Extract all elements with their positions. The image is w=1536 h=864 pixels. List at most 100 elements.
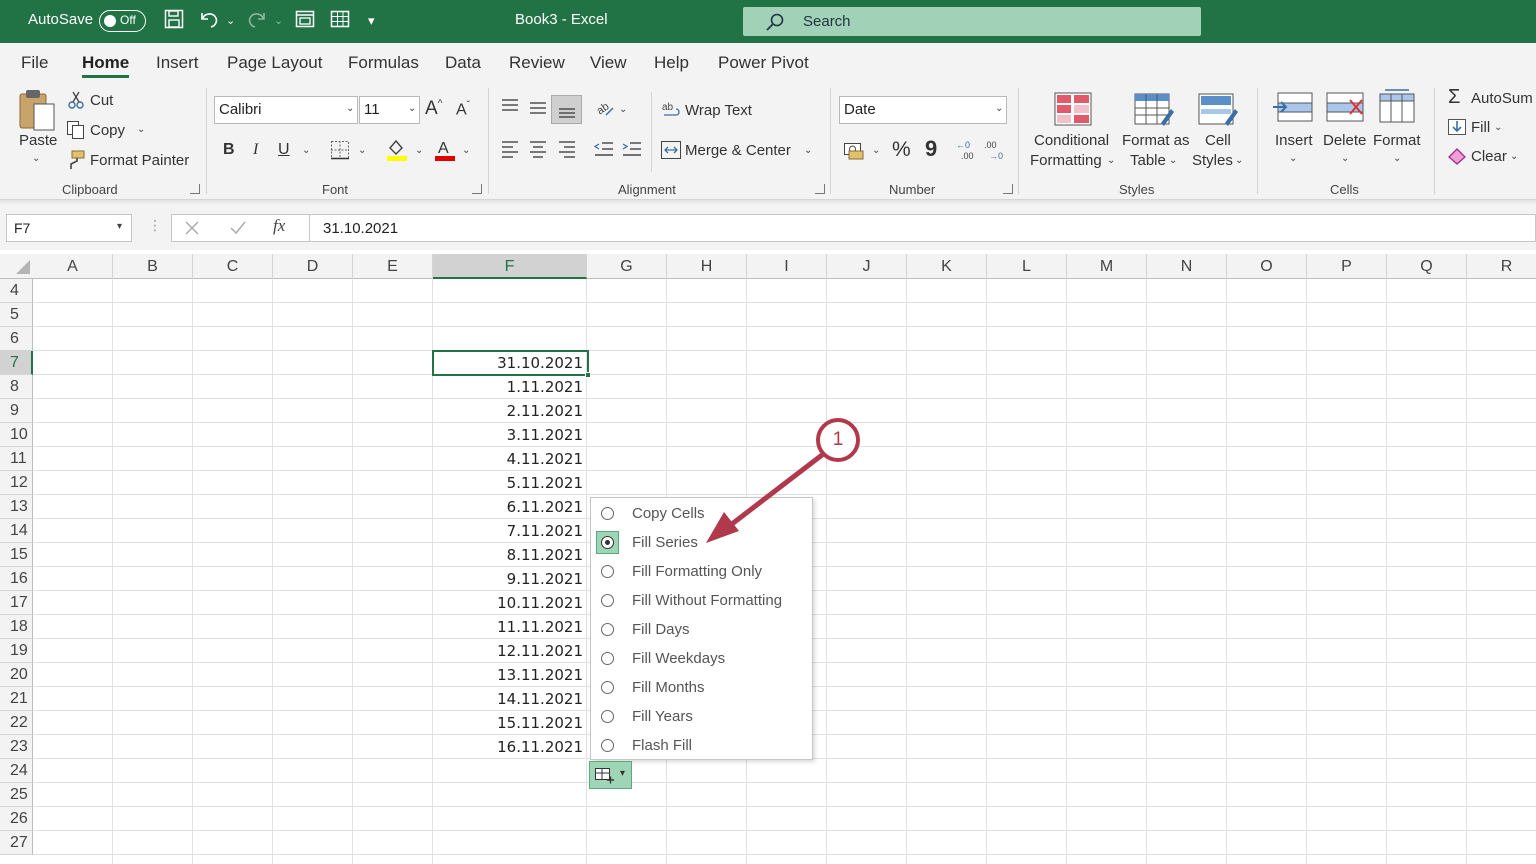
cell-f19[interactable]: 12.11.2021 (434, 639, 587, 663)
number-format-dropdown-icon[interactable]: ⌄ (995, 103, 1003, 114)
cut-icon[interactable] (67, 91, 85, 109)
row-header-8[interactable]: 8 (0, 375, 33, 399)
customize-toolbar-icon[interactable]: ▾ (368, 9, 375, 33)
cut-button[interactable]: Cut (90, 92, 113, 109)
accounting-dropdown-icon[interactable]: ⌄ (872, 145, 880, 156)
row-header-15[interactable]: 15 (0, 543, 33, 567)
cell-f11[interactable]: 4.11.2021 (434, 447, 587, 471)
accounting-format-icon[interactable] (843, 140, 867, 160)
delete-cells-button[interactable]: Delete (1323, 132, 1366, 149)
fill-icon[interactable] (1447, 118, 1467, 136)
cell-f15[interactable]: 8.11.2021 (434, 543, 587, 567)
font-size-dropdown-icon[interactable]: ⌄ (408, 103, 416, 114)
underline-button[interactable]: U (278, 141, 290, 159)
font-launcher-icon[interactable] (472, 184, 482, 194)
cell-f8[interactable]: 1.11.2021 (434, 375, 587, 399)
form-icon[interactable] (295, 9, 315, 29)
format-as-table-icon[interactable] (1134, 92, 1176, 128)
formula-input[interactable]: 31.10.2021 (310, 214, 1536, 242)
row-header-24[interactable]: 24 (0, 759, 33, 783)
alignment-launcher-icon[interactable] (815, 184, 825, 194)
column-header-k[interactable]: K (907, 254, 987, 279)
column-header-i[interactable]: I (747, 254, 827, 279)
column-header-j[interactable]: J (827, 254, 907, 279)
row-header-16[interactable]: 16 (0, 567, 33, 591)
select-all-icon[interactable] (16, 260, 30, 274)
autofill-option-fill-weekdays[interactable]: Fill Weekdays (591, 644, 812, 673)
borders-dropdown-icon[interactable]: ⌄ (358, 145, 366, 156)
row-header-13[interactable]: 13 (0, 495, 33, 519)
tab-insert[interactable]: Insert (156, 53, 199, 73)
column-header-m[interactable]: M (1067, 254, 1147, 279)
fill-handle[interactable] (585, 372, 591, 378)
cell-f20[interactable]: 13.11.2021 (434, 663, 587, 687)
tab-formulas[interactable]: Formulas (348, 53, 419, 73)
undo-icon[interactable] (198, 9, 220, 29)
percent-style-button[interactable]: % (892, 138, 911, 162)
column-header-f[interactable]: F (433, 254, 587, 279)
autofill-option-fill-formatting-only[interactable]: Fill Formatting Only (591, 557, 812, 586)
fill-color-icon[interactable] (386, 138, 408, 162)
table-icon[interactable] (330, 9, 350, 29)
cell-f10[interactable]: 3.11.2021 (434, 423, 587, 447)
cancel-entry-icon[interactable] (184, 220, 200, 236)
row-header-11[interactable]: 11 (0, 447, 33, 471)
row-header-19[interactable]: 19 (0, 639, 33, 663)
row-header-26[interactable]: 26 (0, 807, 33, 831)
decrease-indent-icon[interactable] (594, 140, 614, 158)
decrease-font-size-icon[interactable]: Aˇ (456, 100, 470, 119)
format-painter-icon[interactable] (66, 150, 86, 170)
cell-styles-line2[interactable]: Styles (1192, 152, 1233, 169)
conditional-formatting-icon[interactable] (1054, 92, 1092, 126)
autosum-button[interactable]: AutoSum (1471, 90, 1533, 107)
copy-button[interactable]: Copy (90, 122, 125, 139)
conditional-formatting-line2[interactable]: Formatting (1030, 152, 1102, 169)
align-left-icon[interactable] (500, 140, 520, 158)
search-box[interactable]: Search (743, 7, 1201, 36)
column-header-p[interactable]: P (1307, 254, 1387, 279)
column-header-h[interactable]: H (667, 254, 747, 279)
fill-button[interactable]: Fill (1471, 119, 1490, 136)
format-as-table-dropdown-icon[interactable]: ⌄ (1169, 155, 1177, 166)
merge-center-button[interactable]: Merge & Center (685, 142, 791, 159)
paste-icon[interactable] (18, 88, 58, 132)
increase-decimal-icon[interactable]: ←0.00 (955, 139, 979, 161)
row-header-10[interactable]: 10 (0, 423, 33, 447)
row-header-18[interactable]: 18 (0, 615, 33, 639)
row-header-14[interactable]: 14 (0, 519, 33, 543)
wrap-text-icon[interactable]: ab (662, 100, 682, 120)
autofill-option-fill-years[interactable]: Fill Years (591, 702, 812, 731)
copy-dropdown-icon[interactable]: ⌄ (137, 124, 145, 135)
font-color-icon[interactable]: A (434, 138, 456, 162)
tab-help[interactable]: Help (654, 53, 689, 73)
middle-align-icon[interactable] (528, 98, 548, 116)
undo-dropdown-icon[interactable]: ⌄ (226, 9, 235, 33)
name-box-dropdown-icon[interactable]: ▾ (117, 221, 122, 232)
conditional-formatting-line1[interactable]: Conditional (1034, 132, 1109, 149)
autofill-option-copy-cells[interactable]: Copy Cells (591, 499, 812, 528)
row-header-5[interactable]: 5 (0, 303, 33, 327)
top-align-icon[interactable] (500, 98, 520, 116)
paste-dropdown-icon[interactable]: ⌄ (32, 153, 40, 164)
autofill-option-flash-fill[interactable]: Flash Fill (591, 731, 812, 760)
cell-styles-dropdown-icon[interactable]: ⌄ (1235, 155, 1243, 166)
column-header-c[interactable]: C (193, 254, 273, 279)
format-painter-button[interactable]: Format Painter (90, 152, 189, 169)
column-header-o[interactable]: O (1227, 254, 1307, 279)
column-header-r[interactable]: R (1467, 254, 1536, 279)
autofill-option-fill-months[interactable]: Fill Months (591, 673, 812, 702)
clear-icon[interactable] (1447, 147, 1467, 165)
cell-f23[interactable]: 16.11.2021 (434, 735, 587, 759)
align-center-icon[interactable] (528, 140, 548, 158)
autosave-toggle[interactable]: Off (99, 10, 146, 32)
cell-f13[interactable]: 6.11.2021 (434, 495, 587, 519)
merge-center-dropdown-icon[interactable]: ⌄ (804, 145, 812, 156)
tab-view[interactable]: View (590, 53, 627, 73)
underline-dropdown-icon[interactable]: ⌄ (302, 145, 310, 156)
cell-f16[interactable]: 9.11.2021 (434, 567, 587, 591)
font-name-select[interactable]: Calibri (214, 96, 358, 124)
conditional-formatting-dropdown-icon[interactable]: ⌄ (1107, 155, 1115, 166)
row-header-17[interactable]: 17 (0, 591, 33, 615)
tab-file[interactable]: File (21, 53, 48, 73)
delete-cells-dropdown-icon[interactable]: ⌄ (1341, 153, 1349, 164)
